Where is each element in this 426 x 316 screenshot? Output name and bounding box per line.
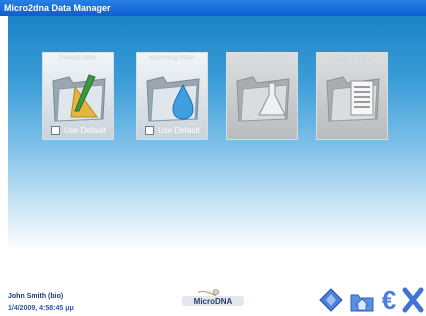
card-title: Micro-array Editor [149, 55, 195, 61]
diamond-icon[interactable] [318, 287, 344, 313]
use-default-checkbox[interactable]: Use Default [145, 126, 200, 136]
card-title: Protocol Editor [59, 55, 97, 61]
folder-report-icon [326, 76, 380, 122]
home-folder-icon[interactable] [348, 287, 376, 313]
checkbox-label: Use Default [158, 126, 200, 135]
card-title: Results Analysis [332, 55, 372, 61]
folder-ruler-pencil-icon [52, 74, 106, 122]
micro-array-editor-card[interactable]: Micro-array Editor Use Default [136, 52, 208, 140]
folder-drop-icon [146, 76, 200, 122]
results-analysis-card[interactable]: Results Analysis [316, 52, 388, 140]
checkbox-box[interactable] [145, 126, 154, 136]
svg-text:€: € [382, 287, 396, 313]
protocol-editor-card[interactable]: Protocol Editor Use Default [42, 52, 114, 140]
main-panel: Protocol Editor Use Default Micro-array … [8, 16, 426, 277]
folder-flask-icon [236, 76, 290, 122]
card-title: Execute Experiment [237, 55, 287, 61]
euro-icon[interactable]: € [378, 287, 400, 313]
logo-text: MicroDNA [194, 297, 233, 306]
current-datetime: 1/4/2009, 4:58:45 μμ [8, 305, 74, 312]
use-default-checkbox[interactable]: Use Default [51, 126, 106, 136]
current-user: John Smith (bio) [8, 293, 64, 300]
microdna-logo: MicroDNA [182, 289, 244, 306]
window-title: Micro2dna Data Manager [0, 0, 426, 16]
checkbox-label: Use Default [64, 126, 106, 135]
execute-experiment-card[interactable]: Execute Experiment [226, 52, 298, 140]
close-x-icon[interactable] [402, 287, 424, 313]
checkbox-box[interactable] [51, 126, 60, 136]
